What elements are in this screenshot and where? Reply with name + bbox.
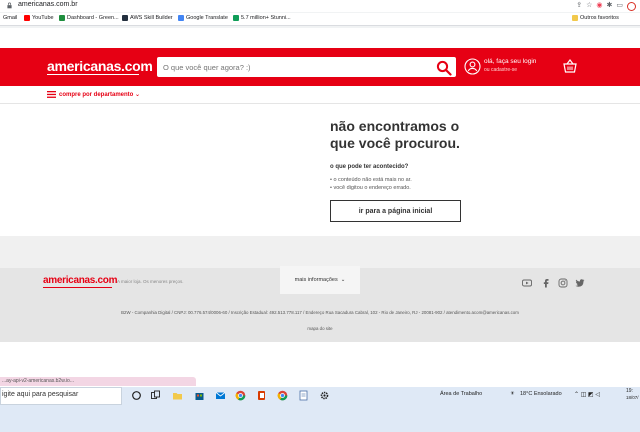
sitemap-link[interactable]: mapa do site <box>0 326 640 331</box>
extensions-icon[interactable]: ✱ <box>607 0 613 12</box>
logo-underline <box>47 74 139 75</box>
chrome-icon[interactable] <box>235 390 246 401</box>
menu-icon[interactable] <box>47 91 56 98</box>
task-view-icon[interactable] <box>150 390 161 401</box>
bookmark-label: AWS Skill Builder <box>130 15 173 21</box>
error-title-line2: que você procurou. <box>330 135 460 151</box>
departments-label: compre por departamento <box>59 92 134 98</box>
search-input[interactable] <box>163 60 433 74</box>
bookmark-translate[interactable]: Google Translate <box>178 15 228 21</box>
other-favorites[interactable]: Outros favoritos <box>572 15 619 21</box>
desktop-label[interactable]: Área de Trabalho <box>440 391 482 397</box>
clock-time[interactable]: 19: <box>626 388 633 394</box>
profile-avatar[interactable] <box>627 1 636 11</box>
dashboard-icon <box>59 15 65 21</box>
system-tray-icons[interactable]: ⌃ ◫ ◩ ◁ <box>574 391 600 398</box>
bookmark-stunning[interactable]: 5.7 million+ Stunni... <box>233 15 291 21</box>
status-url: ...ay-api-v2-americanas.b2w.io... <box>0 377 196 386</box>
error-reason: • você digitou o endereço errado. <box>330 185 411 191</box>
chrome-active-icon[interactable] <box>277 390 288 401</box>
chevron-down-icon: ⌄ <box>340 277 346 283</box>
sun-icon: ☀ <box>510 391 515 397</box>
mail-icon[interactable] <box>215 390 226 401</box>
aws-icon <box>122 15 128 21</box>
taskbar-search-text[interactable]: igite aqui para pesquisar <box>2 391 78 398</box>
facebook-icon[interactable] <box>541 278 551 288</box>
chevron-down-icon: ⌄ <box>135 92 141 98</box>
stunning-icon <box>233 15 239 21</box>
cortana-icon[interactable] <box>131 390 142 401</box>
bookmark-label: YouTube <box>32 15 54 21</box>
twitter-icon[interactable] <box>575 278 585 288</box>
pocket-icon[interactable]: ◉ <box>596 0 602 12</box>
footer-tagline: A maior loja. Os menores preços. <box>117 279 184 284</box>
error-title-line1: não encontramos o <box>330 118 460 134</box>
share-icon[interactable]: ⇪ <box>576 0 582 12</box>
clock-date[interactable]: 18/07/ <box>626 395 639 400</box>
search-box[interactable] <box>157 57 456 77</box>
departments-menu[interactable]: compre por departamento ⌄ <box>59 91 140 98</box>
legal-text: B2W - Companhia Digital / CNPJ: 00.776.5… <box>121 310 519 315</box>
bookmark-label: Google Translate <box>186 15 228 21</box>
settings-icon[interactable] <box>319 390 330 401</box>
more-info-label: mais informações <box>294 277 338 283</box>
footer-spacer <box>0 236 640 268</box>
bookmark-dashboard[interactable]: Dashboard - Green... <box>59 15 119 21</box>
bookmark-label: 5.7 million+ Stunni... <box>241 15 291 21</box>
bookmarks-bar: Gmail YouTube Dashboard - Green... AWS S… <box>0 13 640 26</box>
address-bar[interactable]: americanas.com.br ⇪ ☆ ◉ ✱ ▭ <box>0 0 640 12</box>
translate-icon <box>178 15 184 21</box>
cart-icon[interactable] <box>562 58 578 74</box>
more-info-button[interactable]: mais informações ⌄ <box>280 266 360 294</box>
file-explorer-icon[interactable] <box>172 390 183 401</box>
bookmark-gmail[interactable]: Gmail <box>3 15 17 21</box>
other-favorites-label: Outros favoritos <box>580 15 619 21</box>
footer-logo-underline <box>43 287 112 288</box>
bookmark-youtube[interactable]: YouTube <box>24 15 54 21</box>
error-subtitle: o que pode ter acontecido? <box>330 164 409 170</box>
store-icon[interactable] <box>194 390 205 401</box>
home-button[interactable]: ir para a página inicial <box>330 200 461 222</box>
user-icon[interactable] <box>464 58 481 75</box>
bookmark-label: Gmail <box>3 15 18 21</box>
office-icon[interactable] <box>256 390 267 401</box>
lock-icon <box>7 2 12 9</box>
login-link[interactable]: olá, faça seu login <box>484 58 536 65</box>
error-reason: • o conteúdo não está mais no ar. <box>330 177 412 183</box>
bookmark-label: Dashboard - Green... <box>67 15 119 21</box>
bookmark-aws[interactable]: AWS Skill Builder <box>122 15 173 21</box>
sidebar-icon[interactable]: ▭ <box>616 0 623 12</box>
url-text[interactable]: americanas.com.br <box>18 1 78 8</box>
youtube-icon <box>24 15 30 21</box>
instagram-icon[interactable] <box>558 278 568 288</box>
taskbar-search[interactable]: igite aqui para pesquisar <box>0 387 122 405</box>
weather-text[interactable]: 18°C Ensolarado <box>520 391 562 397</box>
search-icon[interactable] <box>436 60 452 76</box>
footer-logo[interactable]: americanas.com <box>43 275 117 286</box>
site-logo[interactable]: americanas.com <box>47 58 153 74</box>
signup-link[interactable]: ou cadastre-se <box>484 67 517 73</box>
folder-icon <box>572 15 578 21</box>
browser-toolbar-icons: ⇪ ☆ ◉ ✱ ▭ <box>576 0 640 12</box>
star-icon[interactable]: ☆ <box>586 0 592 12</box>
youtube-icon[interactable] <box>522 278 532 288</box>
notepad-icon[interactable] <box>298 390 309 401</box>
